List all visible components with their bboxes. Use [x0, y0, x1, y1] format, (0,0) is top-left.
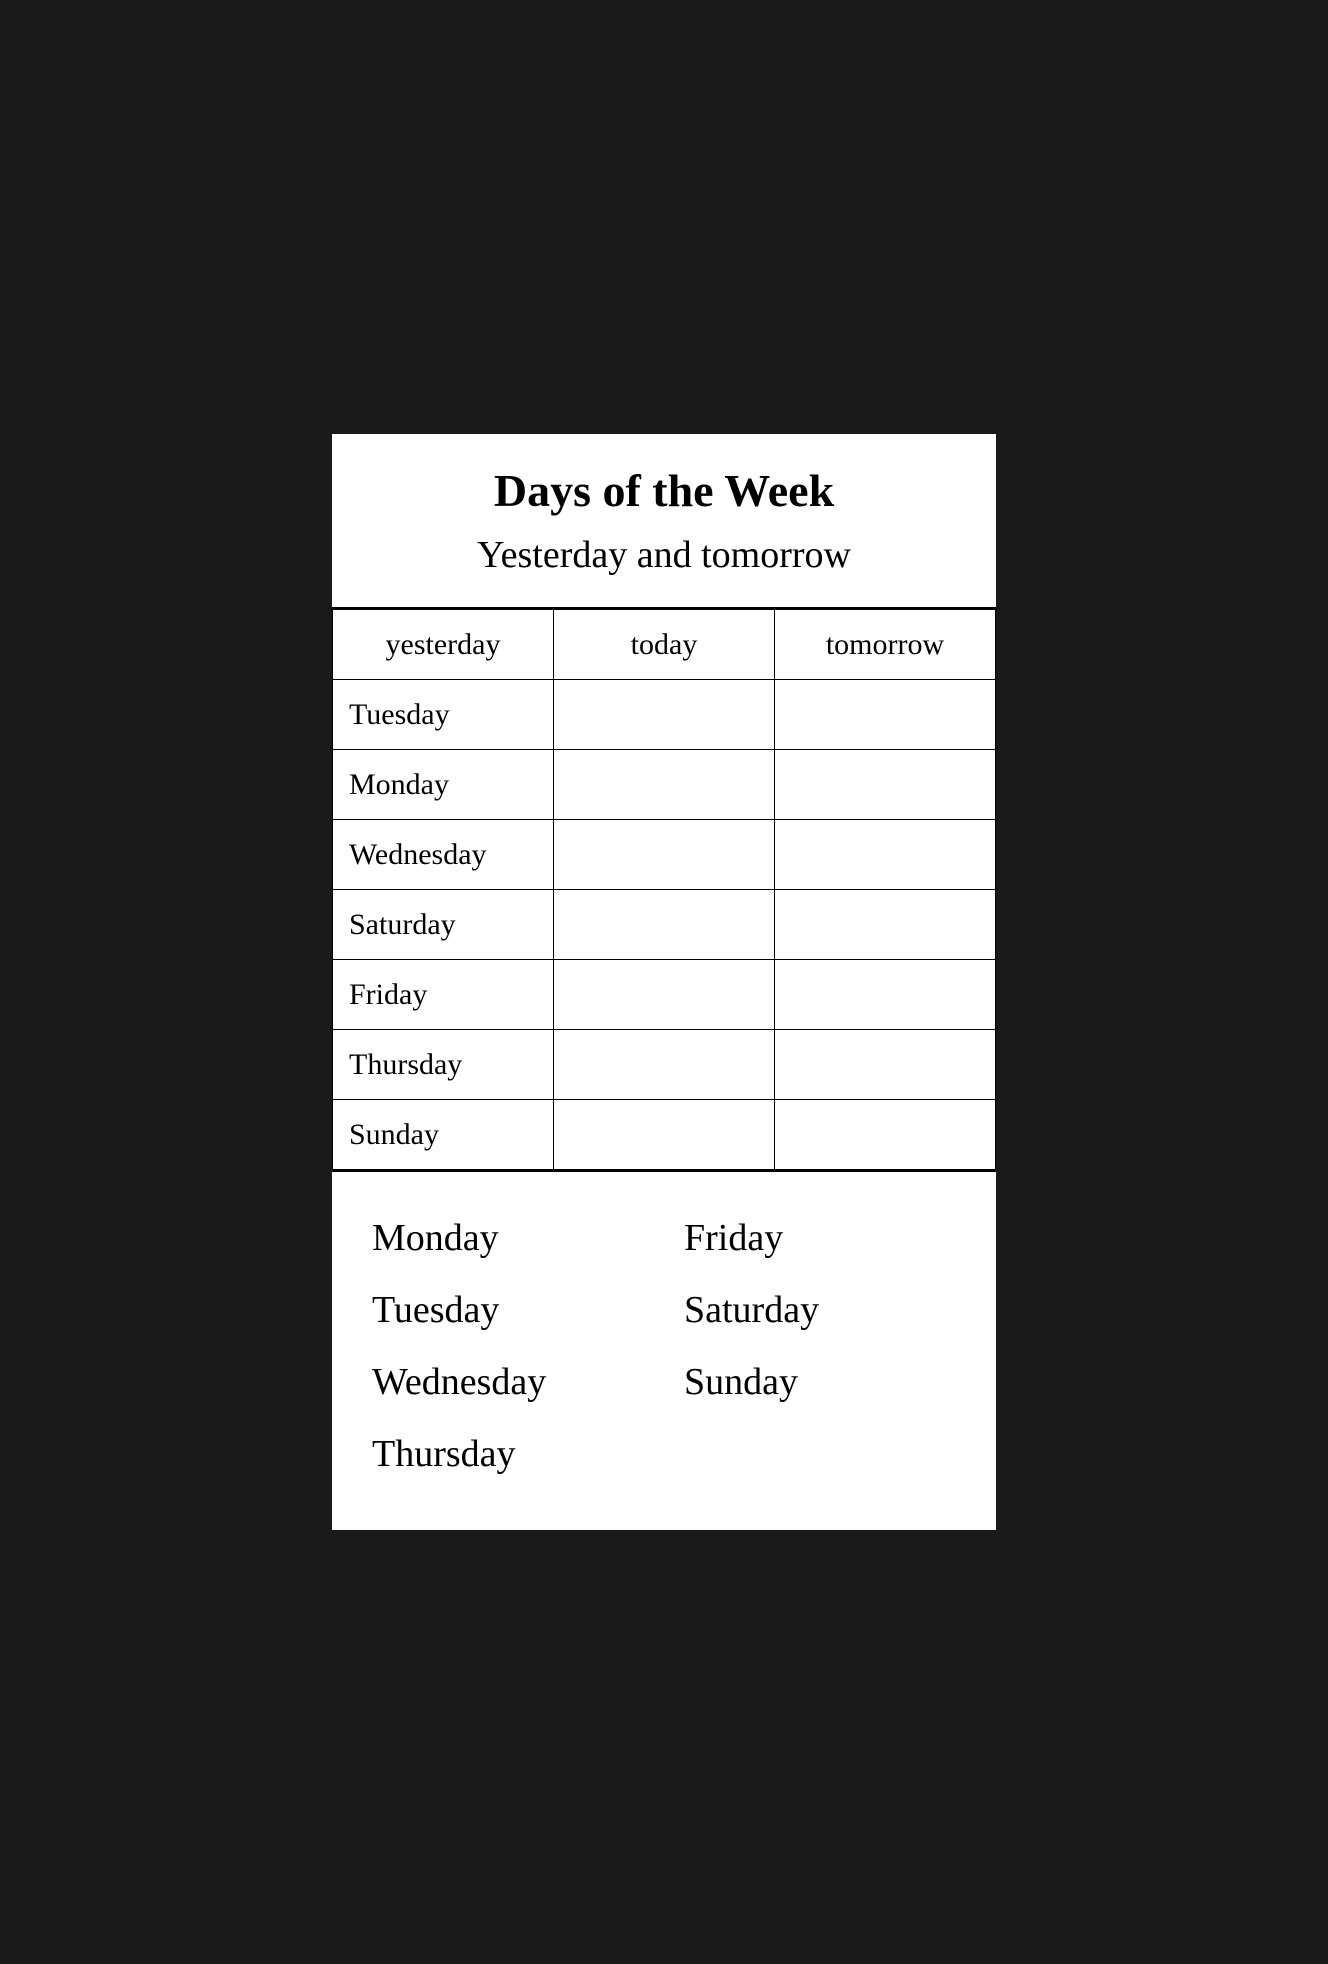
cell-today-6	[554, 1100, 775, 1170]
cell-tomorrow-0	[775, 680, 996, 750]
answer-column-left: MondayTuesdayWednesdayThursday	[352, 1192, 664, 1500]
cell-tomorrow-2	[775, 820, 996, 890]
answer-section: MondayTuesdayWednesdayThursday FridaySat…	[332, 1172, 996, 1530]
cell-today-0	[554, 680, 775, 750]
table-row: Wednesday	[333, 820, 996, 890]
cell-yesterday-5: Thursday	[333, 1030, 554, 1100]
subtitle: Yesterday and tomorrow	[372, 533, 956, 577]
page: Days of the Week Yesterday and tomorrow …	[332, 434, 996, 1530]
answer-right-1: Saturday	[684, 1274, 956, 1346]
cell-today-2	[554, 820, 775, 890]
cell-yesterday-3: Saturday	[333, 890, 554, 960]
header-yesterday: yesterday	[333, 610, 554, 680]
table-body: TuesdayMondayWednesdaySaturdayFridayThur…	[333, 680, 996, 1170]
answer-right-0: Friday	[684, 1202, 956, 1274]
header-section: Days of the Week Yesterday and tomorrow	[332, 434, 996, 609]
table-row: Sunday	[333, 1100, 996, 1170]
table-section: yesterday today tomorrow TuesdayMondayWe…	[332, 609, 996, 1172]
table-header-row: yesterday today tomorrow	[333, 610, 996, 680]
header-today: today	[554, 610, 775, 680]
table-row: Monday	[333, 750, 996, 820]
cell-tomorrow-4	[775, 960, 996, 1030]
cell-today-3	[554, 890, 775, 960]
cell-today-5	[554, 1030, 775, 1100]
answer-right-2: Sunday	[684, 1346, 956, 1418]
answer-left-0: Monday	[372, 1202, 644, 1274]
answer-left-3: Thursday	[372, 1418, 644, 1490]
answer-column-right: FridaySaturdaySunday	[664, 1192, 976, 1500]
cell-tomorrow-5	[775, 1030, 996, 1100]
header-tomorrow: tomorrow	[775, 610, 996, 680]
table-row: Tuesday	[333, 680, 996, 750]
cell-tomorrow-6	[775, 1100, 996, 1170]
cell-tomorrow-1	[775, 750, 996, 820]
cell-yesterday-6: Sunday	[333, 1100, 554, 1170]
cell-yesterday-4: Friday	[333, 960, 554, 1030]
cell-yesterday-2: Wednesday	[333, 820, 554, 890]
cell-yesterday-0: Tuesday	[333, 680, 554, 750]
answer-left-2: Wednesday	[372, 1346, 644, 1418]
main-title: Days of the Week	[372, 464, 956, 517]
answer-left-1: Tuesday	[372, 1274, 644, 1346]
cell-today-1	[554, 750, 775, 820]
cell-tomorrow-3	[775, 890, 996, 960]
days-table: yesterday today tomorrow TuesdayMondayWe…	[332, 609, 996, 1170]
table-row: Saturday	[333, 890, 996, 960]
table-row: Friday	[333, 960, 996, 1030]
cell-yesterday-1: Monday	[333, 750, 554, 820]
table-row: Thursday	[333, 1030, 996, 1100]
cell-today-4	[554, 960, 775, 1030]
